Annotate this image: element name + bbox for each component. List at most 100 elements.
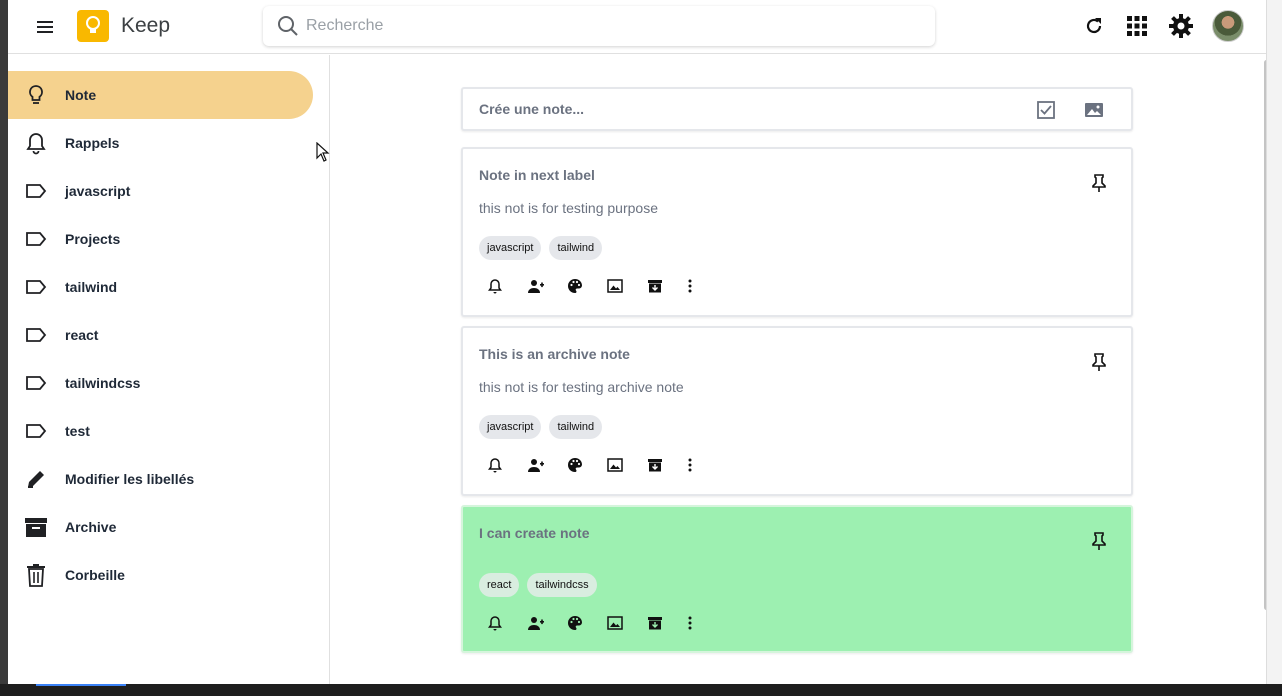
note-title: I can create note xyxy=(479,525,590,541)
archive-icon xyxy=(648,280,662,293)
browser-window: Keep Note xyxy=(8,0,1266,684)
sidebar-item-note[interactable]: Note xyxy=(8,71,313,119)
label-icon xyxy=(24,323,48,347)
sidebar-item-label: Note xyxy=(65,87,97,103)
collaborator-button[interactable] xyxy=(523,613,563,633)
note-tag[interactable]: javascript xyxy=(479,236,542,260)
bell-icon xyxy=(488,279,502,294)
refresh-button[interactable] xyxy=(1080,12,1108,40)
image-icon xyxy=(1085,103,1103,117)
add-person-icon xyxy=(528,617,544,630)
sidebar-item-react[interactable]: react xyxy=(8,311,313,359)
search-input[interactable] xyxy=(306,6,906,46)
pin-button[interactable] xyxy=(1089,352,1109,372)
more-vert-icon xyxy=(688,279,692,293)
hamburger-icon xyxy=(37,21,53,33)
archive-button[interactable] xyxy=(643,613,683,633)
image-icon xyxy=(607,616,623,630)
note-card[interactable]: Note in next label this not is for testi… xyxy=(461,147,1133,317)
sidebar-item-projects[interactable]: Projects xyxy=(8,215,313,263)
collaborator-button[interactable] xyxy=(523,276,563,296)
gear-icon xyxy=(1169,14,1193,38)
collaborator-button[interactable] xyxy=(523,455,563,475)
search-box[interactable] xyxy=(263,6,935,46)
new-checklist-button[interactable] xyxy=(1035,99,1057,121)
note-body: this not is for testing archive note xyxy=(479,379,684,395)
sidebar-item-edit-labels[interactable]: Modifier les libellés xyxy=(8,455,313,503)
archive-button[interactable] xyxy=(643,276,683,296)
desktop-edge-left xyxy=(0,0,8,684)
sidebar-item-javascript[interactable]: javascript xyxy=(8,167,313,215)
archive-icon xyxy=(24,515,48,539)
note-actions xyxy=(483,455,723,475)
lightbulb-logo-icon xyxy=(86,16,100,33)
add-image-button[interactable] xyxy=(603,455,643,475)
apps-button[interactable] xyxy=(1123,12,1151,40)
taskbar-active-indicator xyxy=(36,684,126,686)
remind-button[interactable] xyxy=(483,613,523,633)
app-title: Keep xyxy=(121,14,171,37)
note-tags: react tailwindcss xyxy=(479,573,597,597)
sidebar: Note Rappels javascript Projects tailwin… xyxy=(8,55,330,684)
sidebar-item-label: javascript xyxy=(65,183,131,199)
note-card[interactable]: I can create note react tailwindcss xyxy=(461,505,1133,653)
remind-button[interactable] xyxy=(483,276,523,296)
create-note-placeholder: Crée une note... xyxy=(479,101,585,117)
label-icon xyxy=(24,371,48,395)
sidebar-item-tailwindcss[interactable]: tailwindcss xyxy=(8,359,313,407)
sidebar-item-label: Archive xyxy=(65,519,117,535)
palette-icon xyxy=(568,616,582,630)
note-tag[interactable]: tailwindcss xyxy=(527,573,597,597)
more-button[interactable] xyxy=(683,276,723,296)
add-person-icon xyxy=(528,280,544,293)
archive-button[interactable] xyxy=(643,455,683,475)
note-tag[interactable]: tailwind xyxy=(549,236,603,260)
sidebar-item-label: react xyxy=(65,327,99,343)
note-tags: javascript tailwind xyxy=(479,236,603,260)
note-tag[interactable]: react xyxy=(479,573,520,597)
note-title: Note in next label xyxy=(479,167,595,183)
bell-icon xyxy=(488,458,502,473)
pin-button[interactable] xyxy=(1089,173,1109,193)
palette-icon xyxy=(568,279,582,293)
checkbox-icon xyxy=(1037,101,1055,119)
sidebar-item-label: tailwindcss xyxy=(65,375,141,391)
remind-button[interactable] xyxy=(483,455,523,475)
sidebar-item-trash[interactable]: Corbeille xyxy=(8,551,313,599)
keep-logo xyxy=(77,10,109,42)
note-title: This is an archive note xyxy=(479,346,630,362)
main-menu-button[interactable] xyxy=(32,14,58,40)
more-button[interactable] xyxy=(683,455,723,475)
sidebar-item-test[interactable]: test xyxy=(8,407,313,455)
user-avatar[interactable] xyxy=(1212,10,1244,42)
add-image-button[interactable] xyxy=(603,613,643,633)
sidebar-item-label: Rappels xyxy=(65,135,120,151)
color-button[interactable] xyxy=(563,455,603,475)
archive-icon xyxy=(648,459,662,472)
sidebar-item-label: Modifier les libellés xyxy=(65,471,195,487)
pin-icon xyxy=(1092,353,1106,371)
note-actions xyxy=(483,276,723,296)
sidebar-item-label: test xyxy=(65,423,90,439)
note-tag[interactable]: tailwind xyxy=(549,415,603,439)
sidebar-item-archive[interactable]: Archive xyxy=(8,503,313,551)
add-image-button[interactable] xyxy=(603,276,643,296)
pin-button[interactable] xyxy=(1089,531,1109,551)
note-tag[interactable]: javascript xyxy=(479,415,542,439)
trash-icon xyxy=(24,563,48,587)
more-button[interactable] xyxy=(683,613,723,633)
app-header: Keep xyxy=(8,0,1266,54)
create-note-bar[interactable]: Crée une note... xyxy=(461,87,1133,131)
new-image-note-button[interactable] xyxy=(1083,99,1105,121)
os-taskbar xyxy=(0,684,1282,696)
note-card[interactable]: This is an archive note this not is for … xyxy=(461,326,1133,496)
settings-button[interactable] xyxy=(1167,12,1195,40)
sidebar-item-rappels[interactable]: Rappels xyxy=(8,119,313,167)
palette-icon xyxy=(568,458,582,472)
apps-grid-icon xyxy=(1127,16,1147,36)
color-button[interactable] xyxy=(563,613,603,633)
sidebar-item-tailwind[interactable]: tailwind xyxy=(8,263,313,311)
color-button[interactable] xyxy=(563,276,603,296)
label-icon xyxy=(24,179,48,203)
refresh-icon xyxy=(1086,18,1102,34)
